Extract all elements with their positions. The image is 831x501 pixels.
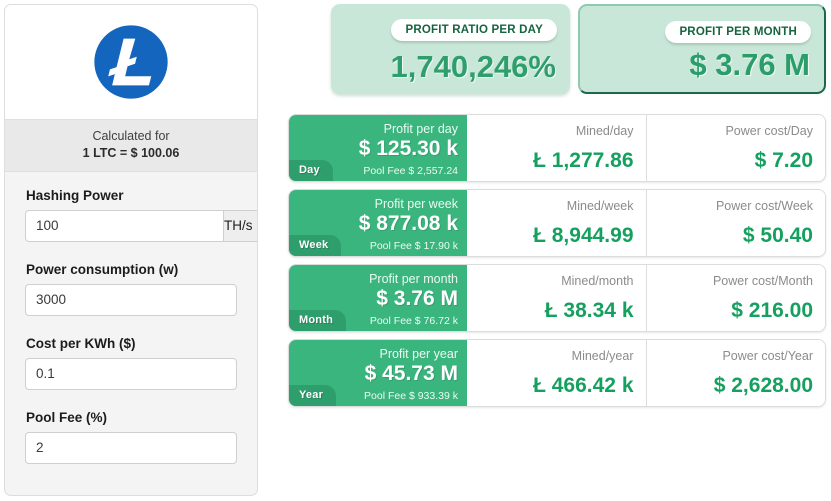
calculator-sidebar: Calculated for 1 LTC = $ 100.06 Hashing …	[4, 4, 258, 496]
mined-cell: Mined/year Ł 466.42 k	[467, 340, 646, 406]
period-badge: Week	[289, 235, 342, 256]
pool-fee-value: Pool Fee $ 17.90 k	[369, 240, 458, 252]
table-row: Profit per day $ 125.30 k Pool Fee $ 2,5…	[288, 114, 826, 182]
hashing-power-label: Hashing Power	[26, 187, 124, 203]
calculated-for-label: Calculated for	[92, 129, 170, 143]
power-cost-label: Power cost/Month	[712, 274, 813, 288]
mined-value: Ł 1,277.86	[533, 149, 634, 172]
cost-per-kwh-input[interactable]	[25, 357, 237, 390]
mined-cell: Mined/week Ł 8,944.99	[467, 190, 646, 256]
pool-fee-value: Pool Fee $ 76.72 k	[369, 315, 458, 327]
power-consumption-label: Power consumption (w)	[26, 261, 179, 277]
power-cost-value: $ 216.00	[731, 299, 813, 322]
calculator-form: Hashing Power TH/s Power consumption (w)…	[5, 172, 257, 464]
summary-card-value: $ 3.76 M	[689, 47, 810, 82]
profit-label: Profit per year	[379, 347, 458, 361]
summary-card-profit-per-month: PROFIT PER MONTH $ 3.76 M	[578, 4, 826, 94]
summary-card-value: 1,740,246%	[390, 49, 556, 84]
mined-label: Mined/year	[571, 349, 634, 363]
profit-label: Profit per day	[383, 122, 458, 136]
mined-value: Ł 38.34 k	[544, 299, 634, 322]
power-cost-label: Power cost/Day	[725, 124, 813, 138]
power-cost-cell: Power cost/Week $ 50.40	[645, 190, 825, 256]
mined-label: Mined/day	[575, 124, 634, 138]
summary-card-pill: PROFIT RATIO PER DAY	[391, 19, 557, 41]
power-cost-cell: Power cost/Day $ 7.20	[645, 115, 825, 181]
cost-per-kwh-label: Cost per KWh ($)	[26, 335, 136, 351]
mined-cell: Mined/month Ł 38.34 k	[467, 265, 646, 331]
hashing-power-unit-label: TH/s	[224, 218, 253, 234]
mined-label: Mined/week	[566, 199, 634, 213]
mined-cell: Mined/day Ł 1,277.86	[467, 115, 646, 181]
period-badge: Month	[289, 310, 346, 331]
power-cost-label: Power cost/Week	[715, 199, 813, 213]
power-cost-label: Power cost/Year	[722, 349, 813, 363]
mined-value: Ł 8,944.99	[533, 224, 634, 247]
calculated-for-band: Calculated for 1 LTC = $ 100.06	[5, 120, 257, 172]
profit-value: $ 3.76 M	[376, 287, 458, 310]
profit-cell: Profit per day $ 125.30 k Pool Fee $ 2,5…	[289, 115, 467, 181]
summary-card-pill: PROFIT PER MONTH	[665, 21, 811, 43]
pool-fee-value: Pool Fee $ 2,557.24	[363, 165, 458, 177]
hashing-power-row: TH/s	[25, 209, 257, 242]
profit-cell: Profit per week $ 877.08 k Pool Fee $ 17…	[289, 190, 467, 256]
mined-label: Mined/month	[561, 274, 634, 288]
profit-cell: Profit per year $ 45.73 M Pool Fee $ 933…	[289, 340, 467, 406]
period-badge: Year	[289, 385, 337, 406]
power-cost-value: $ 7.20	[754, 149, 813, 172]
table-row: Profit per year $ 45.73 M Pool Fee $ 933…	[288, 339, 826, 407]
logo-panel	[5, 5, 257, 120]
summary-card-profit-ratio-per-day: PROFIT RATIO PER DAY 1,740,246%	[331, 4, 570, 94]
power-cost-cell: Power cost/Month $ 216.00	[645, 265, 825, 331]
power-cost-value: $ 2,628.00	[713, 374, 813, 397]
hashing-power-input[interactable]	[25, 209, 223, 242]
pool-fee-value: Pool Fee $ 933.39 k	[364, 390, 458, 402]
profit-value: $ 45.73 M	[364, 362, 458, 385]
pool-fee-label: Pool Fee (%)	[26, 409, 108, 425]
pool-fee-input[interactable]	[25, 431, 237, 464]
table-row: Profit per month $ 3.76 M Pool Fee $ 76.…	[288, 264, 826, 332]
power-cost-cell: Power cost/Year $ 2,628.00	[645, 340, 825, 406]
mining-profit-calculator-page: Calculated for 1 LTC = $ 100.06 Hashing …	[0, 0, 831, 501]
table-row: Profit per week $ 877.08 k Pool Fee $ 17…	[288, 189, 826, 257]
mined-value: Ł 466.42 k	[533, 374, 634, 397]
profit-value: $ 125.30 k	[358, 137, 458, 160]
hashing-power-unit-select[interactable]: TH/s	[223, 209, 257, 242]
profit-value: $ 877.08 k	[358, 212, 458, 235]
period-badge: Day	[289, 160, 333, 181]
litecoin-logo-icon	[94, 25, 168, 99]
profit-label: Profit per week	[374, 197, 458, 211]
power-consumption-input[interactable]	[25, 283, 237, 316]
power-cost-value: $ 50.40	[742, 224, 813, 247]
profit-cell: Profit per month $ 3.76 M Pool Fee $ 76.…	[289, 265, 467, 331]
profit-label: Profit per month	[369, 272, 458, 286]
coin-rate-text: 1 LTC = $ 100.06	[82, 145, 180, 160]
